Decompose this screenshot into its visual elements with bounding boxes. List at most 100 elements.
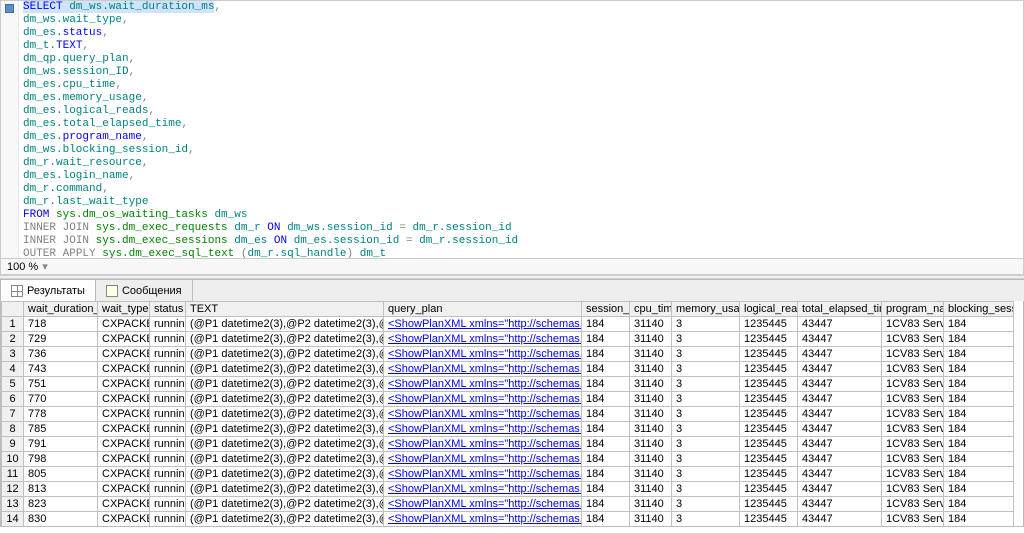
table-row[interactable]: 8 785 CXPACKET running (@P1 datetime2(3)… [2,422,1014,437]
column-header[interactable]: memory_usage [672,302,740,317]
cell-status[interactable]: running [150,482,186,497]
cell-query-plan-link[interactable]: <ShowPlanXML xmlns="http://schemas.micro… [384,422,582,437]
cell-cpu-time[interactable]: 31140 [630,482,672,497]
table-row[interactable]: 9 791 CXPACKET running (@P1 datetime2(3)… [2,437,1014,452]
cell-session-id[interactable]: 184 [582,512,630,527]
cell-program-name[interactable]: 1CV83 Server [882,497,944,512]
cell-logical-reads[interactable]: 1235445 [740,407,798,422]
zoom-dash-icon[interactable]: ▾ [42,260,48,273]
cell-logical-reads[interactable]: 1235445 [740,452,798,467]
cell-wait-duration[interactable]: 830 [24,512,98,527]
cell-blocking-session[interactable]: 184 [944,497,1014,512]
cell-logical-reads[interactable]: 1235445 [740,332,798,347]
column-header[interactable]: blocking_sessi... [944,302,1014,317]
row-header[interactable]: 5 [2,377,24,392]
cell-memory-usage[interactable]: 3 [672,422,740,437]
cell-wait-duration[interactable]: 736 [24,347,98,362]
cell-status[interactable]: running [150,452,186,467]
cell-status[interactable]: running [150,317,186,332]
cell-text[interactable]: (@P1 datetime2(3),@P2 datetime2(3),@P3 n… [186,377,384,392]
cell-session-id[interactable]: 184 [582,497,630,512]
cell-status[interactable]: running [150,527,186,528]
row-header[interactable]: 7 [2,407,24,422]
cell-program-name[interactable]: 1CV83 Server [882,437,944,452]
cell-session-id[interactable]: 184 [582,317,630,332]
cell-query-plan-link[interactable]: <ShowPlanXML xmlns="http://schemas.micro… [384,527,582,528]
cell-wait-duration[interactable]: 813 [24,482,98,497]
cell-session-id[interactable]: 184 [582,437,630,452]
tab-messages[interactable]: Сообщения [95,279,193,301]
table-row[interactable]: 4 743 CXPACKET running (@P1 datetime2(3)… [2,362,1014,377]
cell-status[interactable]: running [150,407,186,422]
cell-session-id[interactable]: 184 [582,377,630,392]
cell-cpu-time[interactable]: 31140 [630,317,672,332]
cell-logical-reads[interactable]: 1235445 [740,437,798,452]
cell-cpu-time[interactable]: 31140 [630,332,672,347]
cell-blocking-session[interactable]: 184 [944,482,1014,497]
column-header[interactable]: status [150,302,186,317]
sql-editor[interactable]: SELECT dm_ws.wait_duration_ms, dm_ws.wai… [0,0,1024,259]
table-row[interactable]: 14 830 CXPACKET running (@P1 datetime2(3… [2,512,1014,527]
cell-wait-type[interactable]: CXPACKET [98,392,150,407]
cell-wait-type[interactable]: CXPACKET [98,317,150,332]
cell-total-elapsed[interactable]: 43447 [798,482,882,497]
cell-program-name[interactable]: 1CV83 Server [882,392,944,407]
cell-wait-duration[interactable]: 837 [24,527,98,528]
row-header[interactable]: 15 [2,527,24,528]
cell-blocking-session[interactable]: 184 [944,467,1014,482]
cell-program-name[interactable]: 1CV83 Server [882,317,944,332]
cell-blocking-session[interactable]: 184 [944,317,1014,332]
cell-cpu-time[interactable]: 31140 [630,422,672,437]
cell-wait-type[interactable]: CXPACKET [98,452,150,467]
cell-session-id[interactable]: 184 [582,362,630,377]
cell-total-elapsed[interactable]: 43447 [798,467,882,482]
cell-total-elapsed[interactable]: 43447 [798,392,882,407]
table-row[interactable]: 6 770 CXPACKET running (@P1 datetime2(3)… [2,392,1014,407]
cell-memory-usage[interactable]: 3 [672,482,740,497]
cell-cpu-time[interactable]: 31140 [630,407,672,422]
row-header[interactable]: 2 [2,332,24,347]
cell-logical-reads[interactable]: 1235445 [740,377,798,392]
cell-wait-type[interactable]: CXPACKET [98,332,150,347]
cell-cpu-time[interactable]: 31140 [630,377,672,392]
cell-wait-type[interactable]: CXPACKET [98,422,150,437]
cell-wait-duration[interactable]: 770 [24,392,98,407]
cell-wait-duration[interactable]: 778 [24,407,98,422]
cell-blocking-session[interactable]: 184 [944,407,1014,422]
cell-status[interactable]: running [150,347,186,362]
tab-results[interactable]: Результаты [0,279,96,301]
cell-memory-usage[interactable]: 3 [672,362,740,377]
cell-session-id[interactable]: 184 [582,527,630,528]
cell-blocking-session[interactable]: 184 [944,332,1014,347]
table-row[interactable]: 10 798 CXPACKET running (@P1 datetime2(3… [2,452,1014,467]
cell-memory-usage[interactable]: 3 [672,347,740,362]
cell-logical-reads[interactable]: 1235445 [740,317,798,332]
table-row[interactable]: 11 805 CXPACKET running (@P1 datetime2(3… [2,467,1014,482]
column-header[interactable]: program_name [882,302,944,317]
cell-total-elapsed[interactable]: 43447 [798,407,882,422]
row-header[interactable]: 9 [2,437,24,452]
table-row[interactable]: 7 778 CXPACKET running (@P1 datetime2(3)… [2,407,1014,422]
cell-total-elapsed[interactable]: 43447 [798,377,882,392]
row-header[interactable]: 4 [2,362,24,377]
cell-query-plan-link[interactable]: <ShowPlanXML xmlns="http://schemas.micro… [384,467,582,482]
cell-text[interactable]: (@P1 datetime2(3),@P2 datetime2(3),@P3 n… [186,362,384,377]
cell-memory-usage[interactable]: 3 [672,407,740,422]
cell-status[interactable]: running [150,332,186,347]
cell-total-elapsed[interactable]: 43447 [798,422,882,437]
cell-wait-type[interactable]: CXPACKET [98,467,150,482]
cell-total-elapsed[interactable]: 43447 [798,347,882,362]
cell-cpu-time[interactable]: 31140 [630,527,672,528]
column-header[interactable]: cpu_time [630,302,672,317]
cell-cpu-time[interactable]: 31140 [630,467,672,482]
cell-query-plan-link[interactable]: <ShowPlanXML xmlns="http://schemas.micro… [384,512,582,527]
cell-query-plan-link[interactable]: <ShowPlanXML xmlns="http://schemas.micro… [384,497,582,512]
table-row[interactable]: 1 718 CXPACKET running (@P1 datetime2(3)… [2,317,1014,332]
cell-wait-type[interactable]: CXPACKET [98,527,150,528]
cell-text[interactable]: (@P1 datetime2(3),@P2 datetime2(3),@P3 n… [186,407,384,422]
column-header[interactable]: session_ID [582,302,630,317]
cell-wait-type[interactable]: CXPACKET [98,407,150,422]
cell-logical-reads[interactable]: 1235445 [740,527,798,528]
cell-query-plan-link[interactable]: <ShowPlanXML xmlns="http://schemas.micro… [384,377,582,392]
results-grid[interactable]: wait_duration_mswait_typestatusTEXTquery… [0,301,1024,527]
